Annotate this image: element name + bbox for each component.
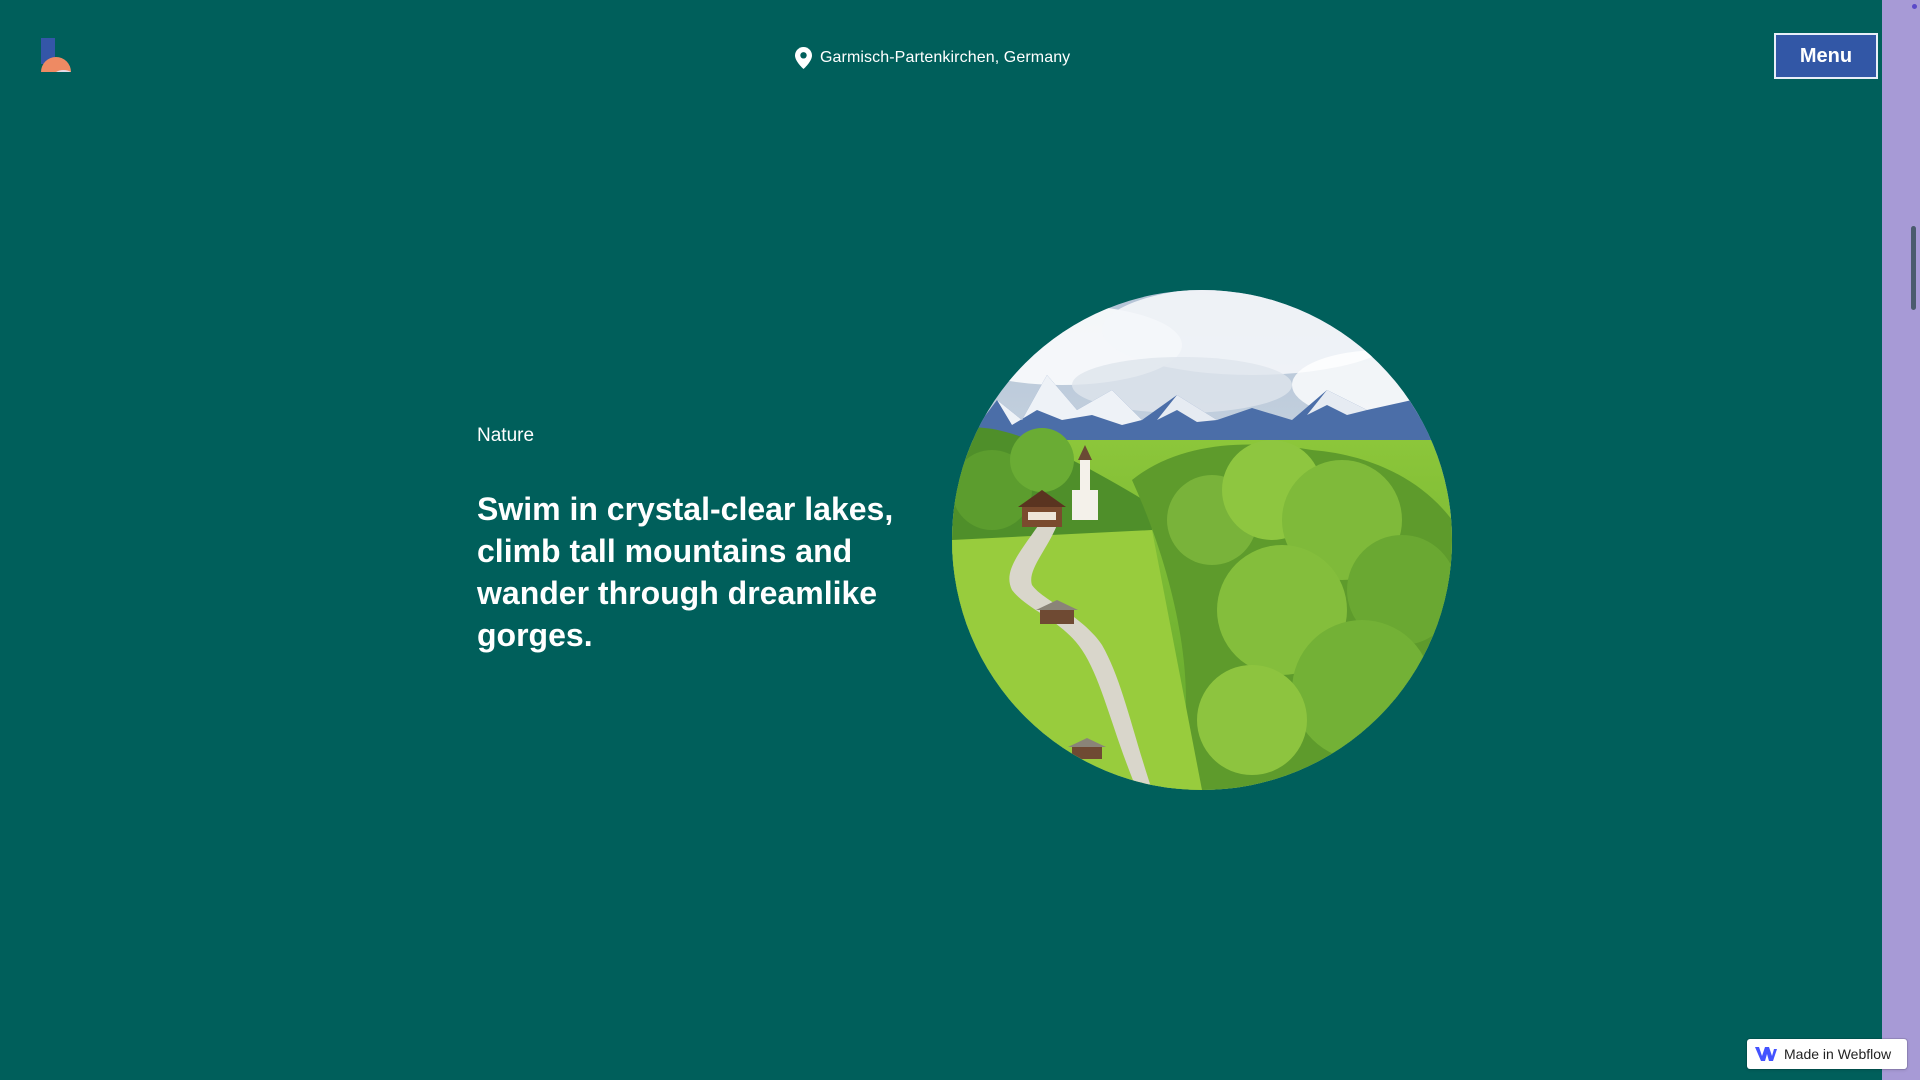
- section-label: Nature: [477, 425, 535, 446]
- badge-label: Made in Webflow: [1784, 1046, 1892, 1062]
- made-in-webflow-badge[interactable]: Made in Webflow: [1747, 1039, 1907, 1069]
- hero-headline: Swim in crystal-clear lakes, climb tall …: [477, 491, 894, 653]
- location-text: Garmisch-Partenkirchen, Germany: [820, 49, 1071, 66]
- scrollbar-indicator-dot: [1912, 4, 1917, 9]
- location-label: Garmisch-Partenkirchen, Germany: [795, 46, 1070, 70]
- map-pin-icon: [795, 47, 812, 69]
- page: Garmisch-Partenkirchen, Germany Menu Nat…: [0, 0, 1882, 1080]
- scrollbar-thumb[interactable]: [1911, 226, 1916, 310]
- brand-logo[interactable]: [38, 38, 74, 74]
- webflow-icon: [1755, 1047, 1777, 1061]
- menu-button[interactable]: Menu: [1774, 33, 1878, 79]
- scrollbar[interactable]: [1882, 0, 1920, 1080]
- alpine-village-photo: [952, 290, 1452, 790]
